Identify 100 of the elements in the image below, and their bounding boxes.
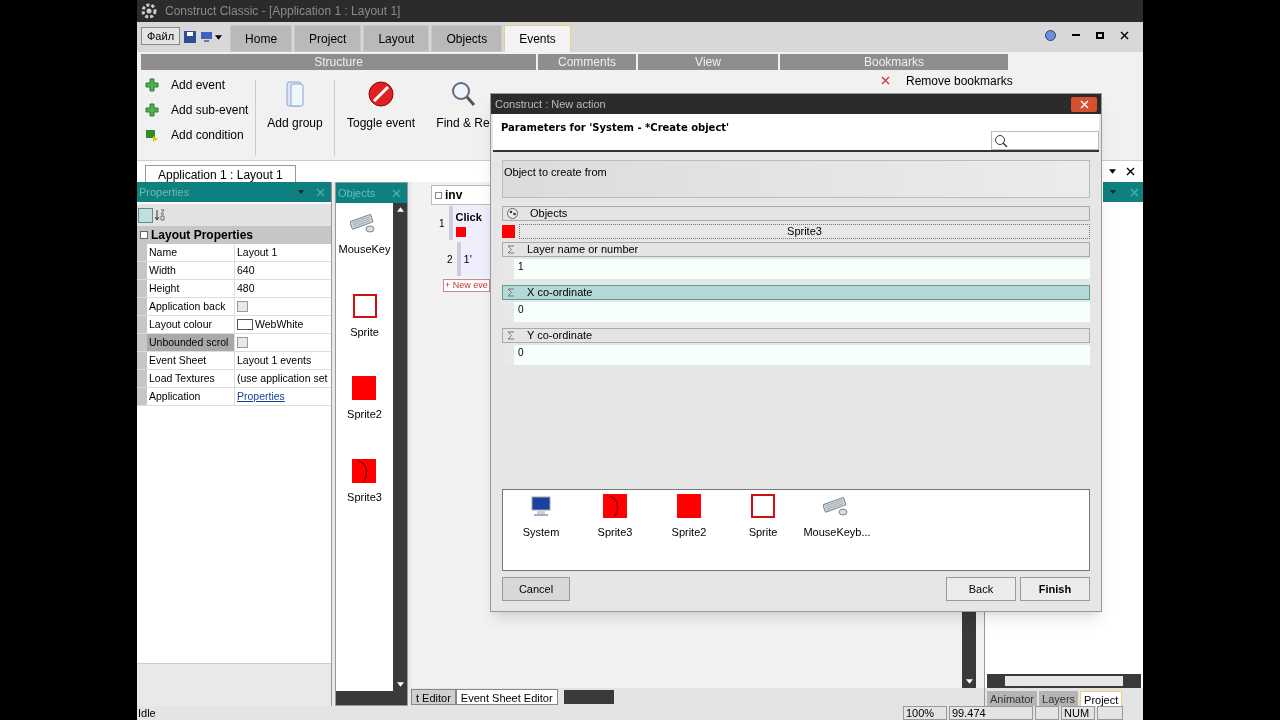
- ribbon-button[interactable]: Add condition: [145, 126, 255, 144]
- ribbon-button[interactable]: Toggle event: [335, 76, 427, 160]
- sort-icon[interactable]: [155, 208, 165, 222]
- info-icon[interactable]: [1045, 29, 1056, 41]
- expression-field[interactable]: 0: [502, 302, 1090, 322]
- back-button[interactable]: Back: [946, 577, 1016, 601]
- ball-icon: [507, 208, 518, 219]
- parameter-header[interactable]: X co-ordinate: [502, 285, 1090, 300]
- property-name[interactable]: Width: [147, 262, 235, 279]
- vertical-scrollbar[interactable]: [393, 203, 407, 691]
- property-name[interactable]: Application: [147, 388, 235, 405]
- property-name[interactable]: Height: [147, 280, 235, 297]
- ribbon-button[interactable]: Remove bookmarks: [906, 72, 1013, 90]
- object-item[interactable]: Sprite: [350, 293, 379, 340]
- ribbon-button[interactable]: Add event: [145, 76, 255, 94]
- close-icon[interactable]: [1126, 167, 1135, 176]
- horizontal-scrollbar[interactable]: [987, 674, 1141, 688]
- collapse-icon[interactable]: [140, 231, 148, 239]
- dropdown-arrow-icon[interactable]: [215, 33, 223, 41]
- file-button[interactable]: Файл: [141, 27, 181, 45]
- ribbon-button[interactable]: Find & Re: [435, 76, 491, 160]
- object-item[interactable]: System: [509, 494, 573, 541]
- parameter-header[interactable]: Y co-ordinate: [502, 328, 1090, 343]
- expression-value: 1: [518, 260, 524, 274]
- property-name[interactable]: Event Sheet: [147, 352, 235, 369]
- object-item[interactable]: Sprite3: [583, 494, 647, 541]
- panel-title: Properties: [139, 184, 191, 200]
- remove-icon[interactable]: [881, 76, 890, 85]
- parameter-label: Layer name or number: [527, 242, 639, 258]
- object-label: MouseKey: [338, 242, 391, 257]
- expression-field[interactable]: 0: [502, 345, 1090, 365]
- object-label: Sprite: [350, 324, 379, 340]
- parameter-header[interactable]: Layer name or number: [502, 242, 1090, 257]
- object-item[interactable]: Sprite2: [347, 376, 382, 423]
- editor-tab[interactable]: Event Sheet Editor: [455, 689, 558, 705]
- parameter-header[interactable]: Objects: [502, 206, 1090, 221]
- ribbon-tab[interactable]: Events: [504, 25, 571, 52]
- new-event-button[interactable]: + New eve: [443, 279, 490, 292]
- object-label: Sprite2: [347, 407, 382, 422]
- property-name[interactable]: Load Textures: [147, 370, 235, 387]
- object-label: Sprite: [748, 525, 778, 540]
- status-text: Idle: [137, 705, 157, 720]
- status-panel: [1097, 706, 1123, 720]
- tab-scroll-bar[interactable]: [563, 690, 614, 704]
- object-label: Sprite2: [671, 525, 707, 540]
- ribbon-button[interactable]: Add sub-event: [145, 101, 255, 119]
- object-item[interactable]: Sprite: [731, 494, 795, 541]
- panel-tab[interactable]: Animator: [987, 691, 1038, 706]
- property-name[interactable]: Layout colour: [147, 316, 235, 333]
- sprite-icon: [352, 293, 377, 318]
- parameter-label: Objects: [530, 206, 568, 222]
- condition-icon: [145, 128, 159, 142]
- close-button[interactable]: [1071, 96, 1097, 112]
- document-tab[interactable]: Application 1 : Layout 1: [145, 165, 296, 182]
- object-item[interactable]: Sprite2: [657, 494, 721, 541]
- object-item[interactable]: MouseKey: [338, 211, 391, 258]
- property-name[interactable]: Unbounded scrol: [147, 334, 235, 351]
- ribbon-tab[interactable]: Objects: [431, 25, 503, 52]
- scroll-up-icon[interactable]: [396, 206, 404, 213]
- search-field[interactable]: [991, 131, 1099, 150]
- sprite-icon: [751, 494, 775, 518]
- dropdown-arrow-icon[interactable]: [1109, 168, 1116, 175]
- horizontal-scrollbar[interactable]: [336, 691, 407, 705]
- ribbon-tab[interactable]: Layout: [363, 25, 430, 52]
- expression-field[interactable]: 1: [502, 259, 1090, 279]
- no-entry-icon: [367, 80, 395, 108]
- save-icon[interactable]: [184, 31, 197, 43]
- finish-button[interactable]: Finish: [1020, 577, 1090, 601]
- object-label: System: [522, 525, 560, 540]
- restore-icon[interactable]: [1096, 31, 1104, 39]
- category-row[interactable]: Layout Properties: [137, 226, 331, 244]
- event-number: 2: [447, 252, 453, 267]
- property-checkbox[interactable]: [237, 301, 248, 312]
- property-name[interactable]: Application back: [147, 298, 235, 315]
- property-name[interactable]: Name: [147, 244, 235, 261]
- status-panel: [1035, 706, 1059, 720]
- property-checkbox[interactable]: [237, 337, 248, 348]
- object-item[interactable]: MouseKeyb...: [805, 494, 869, 541]
- panel-tab[interactable]: Layers: [1039, 691, 1079, 706]
- object-item[interactable]: Sprite3: [347, 458, 382, 505]
- pin-icon[interactable]: [1110, 189, 1116, 195]
- panel-tab[interactable]: Project: [1080, 691, 1123, 706]
- collapse-icon[interactable]: [435, 191, 442, 199]
- categorized-icon[interactable]: [138, 207, 153, 223]
- parameter-label: Y co-ordinate: [527, 328, 593, 344]
- scroll-down-icon[interactable]: [965, 678, 973, 685]
- ribbon-group-header: Comments: [538, 54, 636, 70]
- editor-tab[interactable]: t Editor: [411, 689, 456, 705]
- ribbon-tab[interactable]: Home: [230, 25, 293, 52]
- property-value: 480: [237, 280, 255, 296]
- scroll-down-icon[interactable]: [396, 681, 404, 688]
- monitor-icon[interactable]: [200, 31, 214, 43]
- pin-icon[interactable]: [298, 189, 304, 195]
- ribbon-button[interactable]: Add group: [256, 76, 334, 160]
- keyboard-mouse-icon: [823, 494, 851, 518]
- object-selector[interactable]: Sprite3: [519, 224, 1090, 239]
- close-icon[interactable]: [1120, 30, 1129, 40]
- sigma-icon: [507, 245, 515, 254]
- ribbon-tab[interactable]: Project: [294, 25, 362, 52]
- cancel-button[interactable]: Cancel: [502, 577, 570, 601]
